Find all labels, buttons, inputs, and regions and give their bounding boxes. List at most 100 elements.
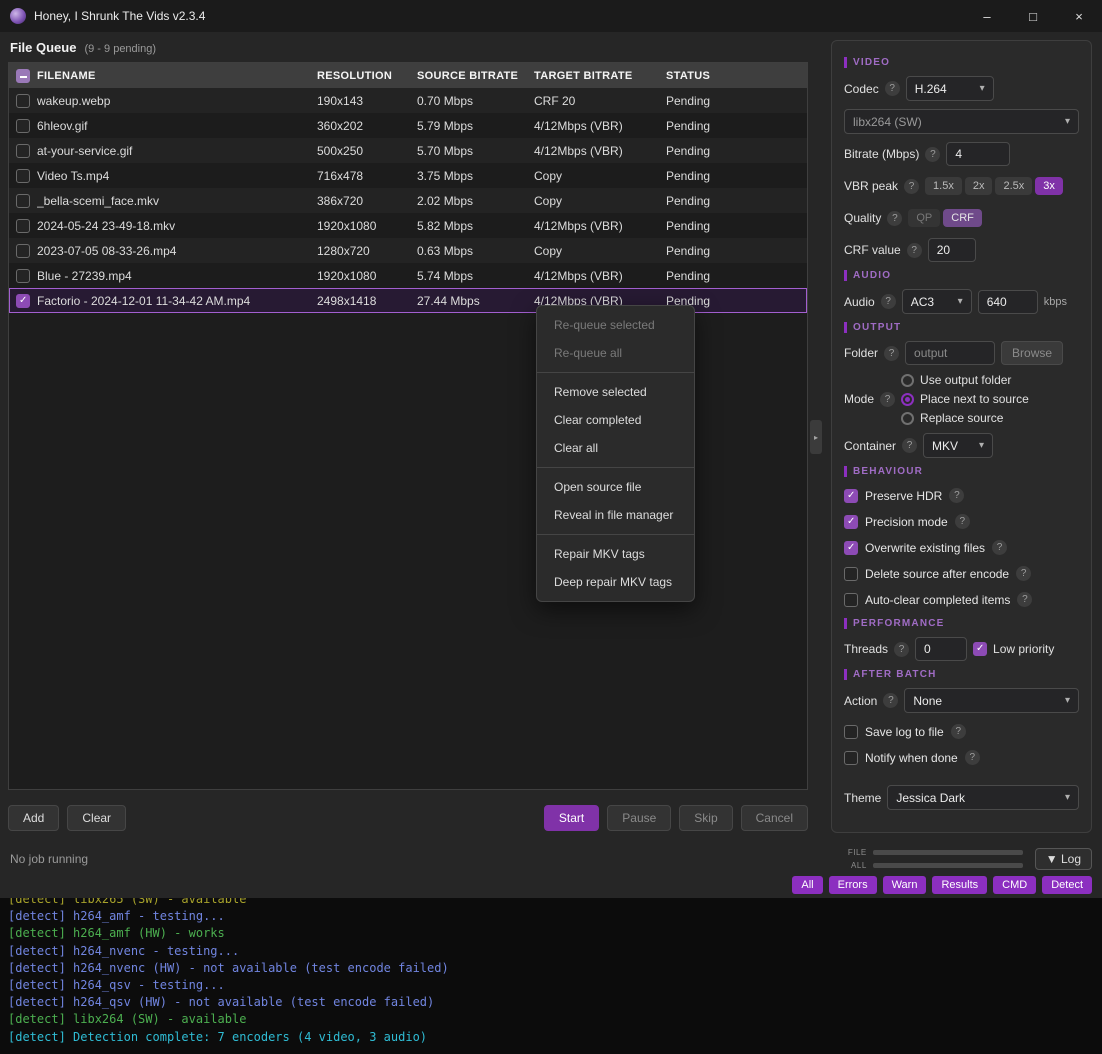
log-filter-detect[interactable]: Detect	[1042, 876, 1092, 894]
container-select[interactable]: MKV	[923, 433, 993, 458]
folder-help-icon[interactable]	[884, 346, 899, 361]
quality-option[interactable]: QP	[908, 209, 940, 227]
behaviour-option-checkbox[interactable]	[844, 541, 858, 555]
panel-collapse-handle[interactable]	[810, 420, 822, 454]
crf-input[interactable]	[928, 238, 976, 262]
folder-row: Folder Browse	[844, 341, 1079, 365]
select-all-checkbox[interactable]	[16, 69, 30, 83]
output-folder-input[interactable]	[905, 341, 995, 365]
minimize-button[interactable]: –	[964, 0, 1010, 32]
audio-bitrate-input[interactable]	[978, 290, 1038, 314]
table-row[interactable]: wakeup.webp190x1430.70 MbpsCRF 20Pending	[9, 88, 807, 113]
row-checkbox[interactable]	[16, 294, 30, 308]
table-row[interactable]: 2024-05-24 23-49-18.mkv1920x10805.82 Mbp…	[9, 213, 807, 238]
help-icon[interactable]	[949, 488, 964, 503]
log-filter-all[interactable]: All	[792, 876, 822, 894]
row-checkbox[interactable]	[16, 244, 30, 258]
behaviour-option-checkbox[interactable]	[844, 515, 858, 529]
threads-help-icon[interactable]	[894, 642, 909, 657]
help-icon[interactable]	[1017, 592, 1032, 607]
vbr-option[interactable]: 1.5x	[925, 177, 962, 195]
close-button[interactable]: ×	[1056, 0, 1102, 32]
add-button[interactable]: Add	[8, 805, 59, 831]
row-checkbox[interactable]	[16, 169, 30, 183]
after-batch-option-checkbox[interactable]	[844, 751, 858, 765]
menu-item[interactable]: Open source file	[537, 473, 694, 501]
log-output: [detect] libx265 (SW) - available[detect…	[0, 898, 1102, 1054]
behaviour-option-checkbox[interactable]	[844, 593, 858, 607]
menu-item[interactable]: Remove selected	[537, 378, 694, 406]
log-filter-results[interactable]: Results	[932, 876, 987, 894]
action-help-icon[interactable]	[883, 693, 898, 708]
log-filter-cmd[interactable]: CMD	[993, 876, 1036, 894]
row-checkbox[interactable]	[16, 219, 30, 233]
row-checkbox[interactable]	[16, 144, 30, 158]
menu-item[interactable]: Reveal in file manager	[537, 501, 694, 529]
vbr-option[interactable]: 2x	[965, 177, 993, 195]
help-icon[interactable]	[992, 540, 1007, 555]
encoder-select[interactable]: libx264 (SW)	[844, 109, 1079, 134]
mode-option[interactable]: Place next to source	[901, 392, 1029, 406]
skip-button[interactable]: Skip	[679, 805, 732, 831]
audio-help-icon[interactable]	[881, 294, 896, 309]
vbr-peak-help-icon[interactable]	[904, 179, 919, 194]
row-checkbox[interactable]	[16, 269, 30, 283]
table-row[interactable]: 2023-07-05 08-33-26.mp41280x7200.63 Mbps…	[9, 238, 807, 263]
container-help-icon[interactable]	[902, 438, 917, 453]
after-batch-option-row: Save log to file	[844, 724, 1079, 739]
after-batch-option-checkbox[interactable]	[844, 725, 858, 739]
encoder-select-value: libx264 (SW)	[853, 115, 922, 129]
threads-input[interactable]	[915, 637, 967, 661]
cell-source-bitrate: 5.82 Mbps	[417, 219, 534, 233]
log-filter-errors[interactable]: Errors	[829, 876, 877, 894]
menu-item[interactable]: Deep repair MKV tags	[537, 568, 694, 596]
maximize-button[interactable]: □	[1010, 0, 1056, 32]
mode-help-icon[interactable]	[880, 392, 895, 407]
table-row[interactable]: at-your-service.gif500x2505.70 Mbps4/12M…	[9, 138, 807, 163]
help-icon[interactable]	[951, 724, 966, 739]
menu-item[interactable]: Clear all	[537, 434, 694, 462]
codec-select-value: H.264	[915, 82, 947, 96]
browse-button[interactable]: Browse	[1001, 341, 1063, 365]
row-checkbox[interactable]	[16, 119, 30, 133]
audio-codec-select[interactable]: AC3	[902, 289, 972, 314]
log-toggle-button[interactable]: ▼ Log	[1035, 848, 1092, 870]
table-row[interactable]: _bella-scemi_face.mkv386x7202.02 MbpsCop…	[9, 188, 807, 213]
codec-row: Codec H.264	[844, 76, 1079, 101]
table-row[interactable]: 6hleov.gif360x2025.79 Mbps4/12Mbps (VBR)…	[9, 113, 807, 138]
after-batch-action-select[interactable]: None	[904, 688, 1079, 713]
row-checkbox[interactable]	[16, 194, 30, 208]
crf-help-icon[interactable]	[907, 243, 922, 258]
behaviour-option-checkbox[interactable]	[844, 567, 858, 581]
cancel-button[interactable]: Cancel	[741, 805, 808, 831]
table-row[interactable]: Video Ts.mp4716x4783.75 MbpsCopyPending	[9, 163, 807, 188]
pause-button[interactable]: Pause	[607, 805, 671, 831]
log-filter-warn[interactable]: Warn	[883, 876, 927, 894]
mode-option-label: Replace source	[920, 411, 1003, 425]
help-icon[interactable]	[955, 514, 970, 529]
vbr-option[interactable]: 2.5x	[995, 177, 1032, 195]
theme-select[interactable]: Jessica Dark	[887, 785, 1079, 810]
codec-select[interactable]: H.264	[906, 76, 994, 101]
table-row[interactable]: Blue - 27239.mp41920x10805.74 Mbps4/12Mb…	[9, 263, 807, 288]
vbr-option[interactable]: 3x	[1035, 177, 1063, 195]
start-button[interactable]: Start	[544, 805, 599, 831]
codec-help-icon[interactable]	[885, 81, 900, 96]
menu-item[interactable]: Clear completed	[537, 406, 694, 434]
low-priority-checkbox[interactable]	[973, 642, 987, 656]
log-line: [detect] h264_nvenc (HW) - not available…	[8, 960, 1094, 977]
menu-item[interactable]: Repair MKV tags	[537, 540, 694, 568]
quality-option[interactable]: CRF	[943, 209, 982, 227]
row-checkbox[interactable]	[16, 94, 30, 108]
bitrate-input[interactable]	[946, 142, 1010, 166]
file-progress-row: FILE	[841, 848, 1023, 857]
quality-help-icon[interactable]	[887, 211, 902, 226]
help-icon[interactable]	[1016, 566, 1031, 581]
mode-option[interactable]: Use output folder	[901, 373, 1029, 387]
bitrate-help-icon[interactable]	[925, 147, 940, 162]
behaviour-option-row: Delete source after encode	[844, 566, 1079, 581]
mode-option[interactable]: Replace source	[901, 411, 1029, 425]
clear-button[interactable]: Clear	[67, 805, 126, 831]
behaviour-option-checkbox[interactable]	[844, 489, 858, 503]
help-icon[interactable]	[965, 750, 980, 765]
